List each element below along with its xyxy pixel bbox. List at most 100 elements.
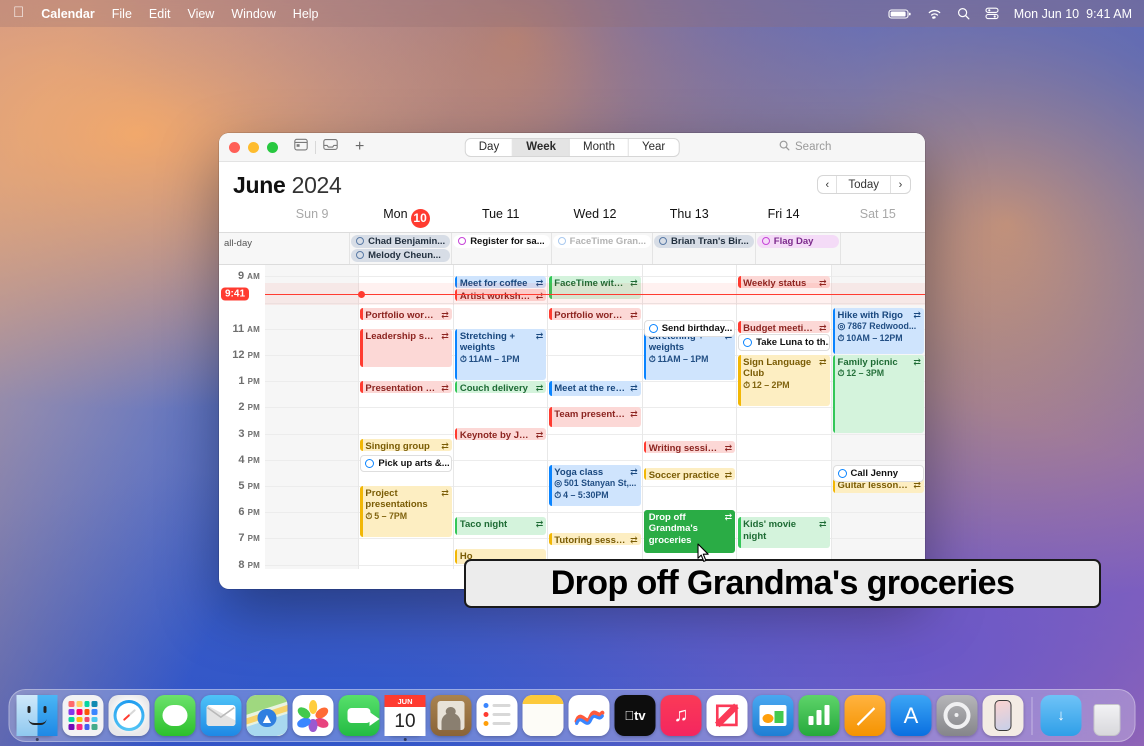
dock-item-iphone-mirroring[interactable] xyxy=(983,695,1024,736)
event[interactable]: ⇄Stretching + weights⏱11AM – 1PM xyxy=(455,329,546,380)
reminder-item[interactable]: Send birthday... xyxy=(644,320,735,337)
event[interactable]: ⇄Team presenta... xyxy=(549,407,640,427)
dock-item-facetime[interactable] xyxy=(339,695,380,736)
day-column-thu[interactable]: ⇄Stretching + weights⏱11AM – 1PM⇄Writing… xyxy=(642,265,736,569)
day-column-mon[interactable]: ⇄Portfolio work... ⇄Leadership skil... ⇄Pr… xyxy=(358,265,452,569)
all-day-event[interactable]: Chad Benjamin... xyxy=(351,235,450,248)
tab-month[interactable]: Month xyxy=(570,139,629,156)
event[interactable]: ⇄Presentation p... xyxy=(360,381,451,393)
checkbox-icon[interactable] xyxy=(838,469,847,478)
dock-item-safari[interactable] xyxy=(109,695,150,736)
dock-item-mail[interactable] xyxy=(201,695,242,736)
day-header-tue[interactable]: Tue 11 xyxy=(454,207,548,232)
search-field[interactable]: Search xyxy=(773,138,913,157)
dock-item-keynote[interactable] xyxy=(753,695,794,736)
calendar-view-icon[interactable] xyxy=(294,138,308,156)
event[interactable]: ⇄Tutoring session xyxy=(549,533,640,545)
reminder-item[interactable]: Take Luna to th... xyxy=(738,334,829,351)
menu-item-file[interactable]: File xyxy=(112,7,132,21)
dock-item-photos[interactable] xyxy=(293,695,334,736)
inbox-icon[interactable] xyxy=(323,138,338,156)
dock-item-tv[interactable]: tv xyxy=(615,695,656,736)
menu-item-edit[interactable]: Edit xyxy=(149,7,171,21)
menu-item-window[interactable]: Window xyxy=(231,7,275,21)
checkbox-icon[interactable] xyxy=(649,324,658,333)
tab-year[interactable]: Year xyxy=(629,139,678,156)
all-day-event[interactable]: Melody Cheun... xyxy=(351,249,450,262)
all-day-event[interactable]: Flag Day xyxy=(757,235,839,248)
dock-item-settings[interactable] xyxy=(937,695,978,736)
battery-icon[interactable] xyxy=(888,8,912,20)
minimize-button[interactable] xyxy=(248,142,259,153)
day-header-fri[interactable]: Fri 14 xyxy=(736,207,830,232)
event[interactable]: ⇄Keynote by Ja... xyxy=(455,428,546,440)
event[interactable]: ⇄Soccer practice xyxy=(644,468,735,480)
dock-item-contacts[interactable] xyxy=(431,695,472,736)
day-header-wed[interactable]: Wed 12 xyxy=(548,207,642,232)
day-header-sat[interactable]: Sat 15 xyxy=(831,207,925,232)
day-header-mon[interactable]: Mon10 xyxy=(359,207,453,232)
menubar-time[interactable]: 9:41 AM xyxy=(1086,7,1132,21)
menu-item-view[interactable]: View xyxy=(187,7,214,21)
wifi-icon[interactable] xyxy=(927,8,942,20)
reminder-item[interactable]: Call Jenny xyxy=(833,465,924,482)
reminder-item[interactable]: Pick up arts &... xyxy=(360,455,451,472)
new-event-button[interactable]: + xyxy=(355,139,364,155)
event[interactable]: ⇄Family picnic⏱12 – 3PM xyxy=(833,355,924,433)
menu-item-calendar[interactable]: Calendar xyxy=(41,7,95,21)
dock-item-freeform[interactable] xyxy=(569,695,610,736)
event[interactable]: ⇄Writing sessio... xyxy=(644,441,735,453)
all-day-event[interactable]: FaceTime Gran... xyxy=(553,235,651,248)
event[interactable]: ⇄Couch delivery xyxy=(455,381,546,393)
search-icon[interactable] xyxy=(957,7,970,20)
menubar-date[interactable]: Mon Jun 10 xyxy=(1014,7,1079,21)
day-header-sun[interactable]: Sun 9 xyxy=(265,207,359,232)
event[interactable]: ⇄Project presentations⏱5 – 7PM xyxy=(360,486,451,537)
dock-item-reminders[interactable] xyxy=(477,695,518,736)
day-column-tue[interactable]: ⇄Meet for coffee⇄Artist worksho...⇄Stret… xyxy=(453,265,547,569)
dock-item-music[interactable]: ♫ xyxy=(661,695,702,736)
event[interactable]: ⇄Leadership skil... xyxy=(360,329,451,367)
prev-week-button[interactable]: ‹ xyxy=(818,176,837,193)
zoom-button[interactable] xyxy=(267,142,278,153)
day-column-sat[interactable]: ⇄Hike with Rigo◎7867 Redwood...⏱10AM – 1… xyxy=(831,265,925,569)
dock-item-news[interactable] xyxy=(707,695,748,736)
day-header-thu[interactable]: Thu 13 xyxy=(642,207,736,232)
event[interactable]: ⇄Taco night xyxy=(455,517,546,534)
all-day-event[interactable]: Brian Tran's Bir... xyxy=(654,235,754,248)
dock-item-notes[interactable] xyxy=(523,695,564,736)
checkbox-icon[interactable] xyxy=(743,338,752,347)
all-day-event[interactable]: Register for sa... xyxy=(453,235,549,248)
dock-item-appstore[interactable]: A xyxy=(891,695,932,736)
dock-item-launchpad[interactable] xyxy=(63,695,104,736)
day-column-sun[interactable] xyxy=(265,265,358,569)
event[interactable]: ⇄Yoga class◎501 Stanyan St,...⏱4 – 5:30P… xyxy=(549,465,640,506)
dock-item-trash[interactable] xyxy=(1087,695,1128,736)
dock-item-numbers[interactable] xyxy=(799,695,840,736)
event[interactable]: ⇄Portfolio work... xyxy=(549,308,640,320)
dock-item-pages[interactable] xyxy=(845,695,886,736)
apple-logo-icon[interactable]:  xyxy=(13,5,24,20)
tab-day[interactable]: Day xyxy=(466,139,513,156)
dock-item-finder[interactable] xyxy=(17,695,58,736)
today-button[interactable]: Today xyxy=(837,176,891,193)
menu-item-help[interactable]: Help xyxy=(293,7,319,21)
close-button[interactable] xyxy=(229,142,240,153)
tab-week[interactable]: Week xyxy=(513,139,570,156)
dock-item-calendar[interactable]: JUN10 xyxy=(385,695,426,736)
event[interactable]: ⇄Hike with Rigo◎7867 Redwood...⏱10AM – 1… xyxy=(833,308,924,354)
day-column-fri[interactable]: ⇄Weekly status⇄Budget meeting⇄Sign Langu… xyxy=(736,265,830,569)
event[interactable]: ⇄Portfolio work... xyxy=(360,308,451,320)
event-selected[interactable]: ⇄Drop off Grandma's groceries xyxy=(644,510,735,554)
event[interactable]: ⇄Kids' movie night xyxy=(738,517,829,547)
event[interactable]: ⇄Sign Language Club⏱12 – 2PM xyxy=(738,355,829,406)
dock-item-downloads-folder[interactable]: ↓ xyxy=(1041,695,1082,736)
next-week-button[interactable]: › xyxy=(891,176,910,193)
event[interactable]: ⇄Singing group xyxy=(360,439,451,451)
event[interactable]: ⇄Meet at the res... xyxy=(549,381,640,396)
event[interactable]: ⇄Budget meeting xyxy=(738,321,829,333)
dock-item-maps[interactable]: ▲ xyxy=(247,695,288,736)
day-column-wed[interactable]: ⇄FaceTime with...⇄Portfolio work...⇄Meet… xyxy=(547,265,641,569)
checkbox-icon[interactable] xyxy=(365,459,374,468)
control-center-icon[interactable] xyxy=(985,7,999,20)
